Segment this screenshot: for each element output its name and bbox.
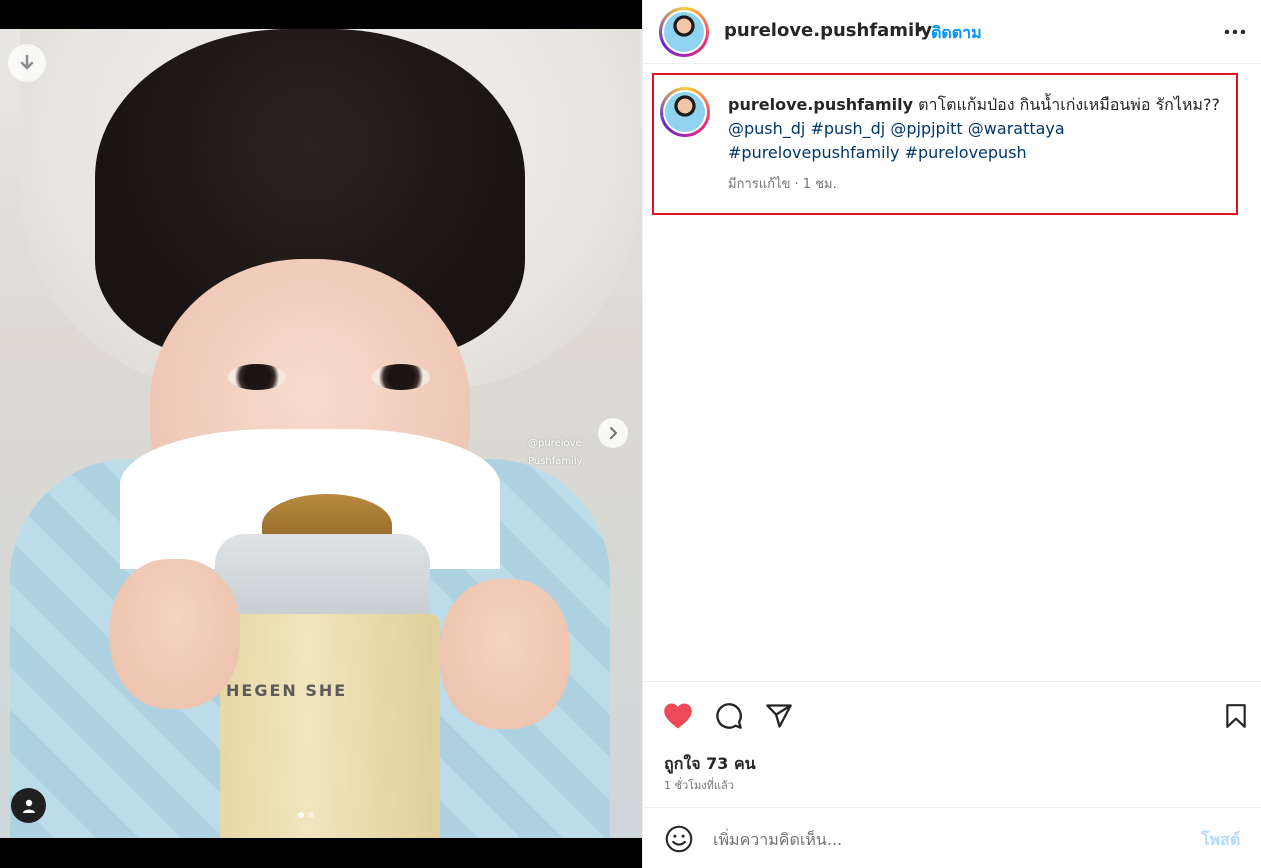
- photo-hand-right: [440, 579, 570, 729]
- avatar-frame: [663, 90, 707, 134]
- photo-watermark: @purelove Pushfamily: [528, 435, 583, 471]
- watermark-line-1: @purelove: [528, 438, 582, 449]
- mention-link[interactable]: @warattaya: [968, 119, 1065, 138]
- caption-meta: มีการแก้ไข · 1 ชม.: [728, 177, 837, 192]
- hashtag-link[interactable]: #push_dj: [810, 119, 885, 138]
- avatar-image: [665, 92, 705, 132]
- photo-baby-eye-left: [228, 364, 286, 390]
- caption-username-link[interactable]: purelove.pushfamily: [728, 95, 913, 114]
- emoji-button[interactable]: [663, 823, 695, 855]
- caption-highlight: purelove.pushfamily ตาโตแก้มป่อง กินน้ำเ…: [652, 73, 1238, 215]
- photo-hand-left: [110, 559, 240, 709]
- download-button[interactable]: [8, 44, 46, 82]
- tagged-users-button[interactable]: [11, 788, 46, 823]
- like-button[interactable]: [660, 698, 696, 734]
- heart-filled-icon: [664, 703, 692, 729]
- likes-count[interactable]: ถูกใจ 73 คน: [664, 752, 756, 777]
- photo-bottle: [220, 614, 440, 838]
- carousel-next-button[interactable]: [598, 418, 628, 448]
- author-username-link[interactable]: purelove.pushfamily: [724, 20, 932, 41]
- avatar-frame: [662, 10, 706, 54]
- comment-button[interactable]: [711, 698, 747, 734]
- arrow-down-icon: [20, 54, 34, 70]
- follow-button[interactable]: ติดตาม: [931, 21, 982, 46]
- chevron-right-icon: [610, 427, 617, 439]
- post-timestamp[interactable]: 1 ชั่วโมงที่แล้ว: [664, 776, 734, 794]
- carousel-dot-active: [298, 812, 304, 818]
- post-actions: ถูกใจ 73 คน 1 ชั่วโมงที่แล้ว: [643, 681, 1261, 807]
- share-button[interactable]: [761, 698, 797, 734]
- author-avatar[interactable]: [659, 7, 709, 57]
- more-horizontal-icon: [1224, 29, 1246, 35]
- smiley-icon: [665, 825, 693, 853]
- post-side-panel: purelove.pushfamily • ติดตาม purelove.pu…: [642, 0, 1261, 868]
- post-photo[interactable]: HEGEN SHE @purelove Pushfamily: [0, 29, 642, 838]
- save-button[interactable]: [1218, 698, 1254, 734]
- hashtag-link[interactable]: #purelovepush: [905, 143, 1027, 162]
- post-comment-button[interactable]: โพสต์: [1201, 828, 1240, 853]
- photo-baby-eye-right: [372, 364, 430, 390]
- comment-composer: โพสต์: [643, 807, 1261, 868]
- send-icon: [766, 704, 792, 728]
- post-dialog: HEGEN SHE @purelove Pushfamily purelove.…: [0, 0, 1261, 868]
- bookmark-icon: [1226, 704, 1246, 728]
- header-separator: •: [915, 20, 925, 39]
- comment-icon: [716, 703, 742, 729]
- photo-bottle-brand: HEGEN SHE: [226, 681, 348, 700]
- mention-link[interactable]: @pjpjpitt: [890, 119, 962, 138]
- caption-body: ตาโตแก้มป่อง กินน้ำเก่งเหมือนพ่อ รักไหม?…: [913, 95, 1220, 114]
- carousel-dot: [308, 812, 314, 818]
- comment-input[interactable]: [713, 825, 1173, 853]
- photo-bottle-cap: [215, 534, 430, 624]
- mention-link[interactable]: @push_dj: [728, 119, 805, 138]
- post-media: HEGEN SHE @purelove Pushfamily: [0, 0, 642, 868]
- hashtag-link[interactable]: #purelovepushfamily: [728, 143, 899, 162]
- carousel-indicator: [298, 812, 314, 818]
- more-options-button[interactable]: [1221, 18, 1249, 46]
- watermark-line-2: Pushfamily: [528, 456, 583, 467]
- caption-avatar[interactable]: [660, 87, 710, 137]
- user-icon: [22, 799, 35, 813]
- caption-text: purelove.pushfamily ตาโตแก้มป่อง กินน้ำเ…: [728, 93, 1233, 165]
- avatar-image: [664, 12, 704, 52]
- post-header: purelove.pushfamily • ติดตาม: [643, 0, 1261, 64]
